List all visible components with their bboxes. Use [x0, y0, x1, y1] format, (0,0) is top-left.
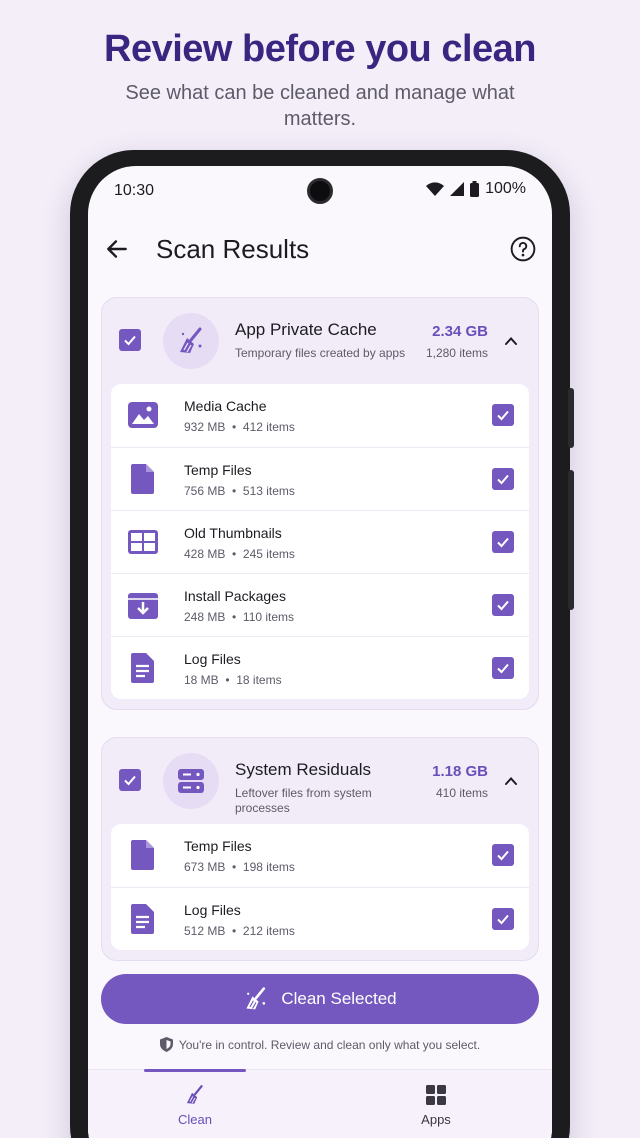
group-size: 2.34 GB — [432, 323, 488, 340]
item-meta: 512 MB • 212 items — [184, 924, 295, 938]
group-count: 1,280 items — [425, 346, 488, 360]
item-name: Media Cache — [184, 398, 267, 414]
nav-item-clean[interactable]: Clean — [135, 1084, 255, 1127]
control-note-text: You're in control. Review and clean only… — [178, 1037, 481, 1052]
group-count: 410 items — [435, 786, 488, 800]
battery-level: 100% — [485, 180, 526, 197]
broom-icon — [186, 1085, 203, 1104]
check-icon — [497, 850, 509, 861]
group-app-private-cache: App Private Cache Temporary files create… — [101, 297, 539, 710]
check-icon — [497, 663, 509, 674]
group-system-residuals: System Residuals Leftover files from sys… — [101, 737, 539, 961]
server-icon — [178, 769, 204, 793]
promo-subline: See what can be cleaned and manage what … — [125, 82, 515, 130]
item-name: Temp Files — [184, 838, 252, 854]
phone-screen: 10:30 100% Scan Results App Private Cach… — [88, 166, 552, 1138]
document-icon — [131, 653, 154, 683]
grid-icon — [128, 530, 158, 554]
apps-grid-icon — [426, 1085, 446, 1105]
item-meta: 932 MB • 412 items — [184, 420, 295, 434]
status-icons: 100% — [426, 180, 526, 198]
group-subtitle: Leftover files from system processes — [235, 786, 372, 815]
chevron-up-icon[interactable] — [502, 772, 520, 790]
wifi-icon — [426, 182, 445, 196]
check-icon — [124, 335, 136, 346]
control-note: You're in control. Review and clean only… — [88, 1037, 552, 1052]
item-name: Log Files — [184, 902, 241, 918]
chevron-up-icon[interactable] — [502, 332, 520, 350]
clean-selected-label: Clean Selected — [281, 989, 397, 1008]
package-icon — [128, 593, 158, 619]
nav-item-apps[interactable]: Apps — [376, 1084, 496, 1127]
bottom-panel: Clean Selected You're in control. Review… — [88, 961, 552, 1138]
group-icon-container — [163, 753, 219, 809]
item-checkbox[interactable] — [492, 404, 514, 426]
phone-side-button — [568, 388, 574, 448]
group-checkbox[interactable] — [119, 769, 141, 791]
group-title: App Private Cache — [235, 320, 377, 339]
item-name: Log Files — [184, 651, 241, 667]
item-name: Old Thumbnails — [184, 525, 282, 541]
item-checkbox[interactable] — [492, 531, 514, 553]
group-items: Temp Files 673 MB • 198 items Log Files … — [111, 824, 529, 950]
check-icon — [497, 537, 509, 548]
status-bar: 10:30 100% — [88, 166, 552, 216]
group-icon-container — [163, 313, 219, 369]
document-icon — [131, 904, 154, 934]
item-checkbox[interactable] — [492, 468, 514, 490]
item-meta: 248 MB • 110 items — [184, 610, 295, 624]
nav-label-apps: Apps — [421, 1112, 451, 1127]
broom-icon — [180, 327, 202, 353]
list-item[interactable]: Old Thumbnails 428 MB • 245 items — [111, 510, 529, 573]
shield-icon — [159, 1037, 173, 1052]
item-name: Install Packages — [184, 588, 286, 604]
list-item[interactable]: Temp Files 756 MB • 513 items — [111, 447, 529, 510]
app-bar: Scan Results — [88, 226, 552, 274]
group-items: Media Cache 932 MB • 412 items Temp File… — [111, 384, 529, 699]
broom-icon — [246, 987, 266, 1010]
check-icon — [497, 410, 509, 421]
check-icon — [497, 600, 509, 611]
signal-icon — [450, 182, 465, 196]
check-icon — [124, 775, 136, 786]
item-checkbox[interactable] — [492, 908, 514, 930]
item-checkbox[interactable] — [492, 844, 514, 866]
item-name: Temp Files — [184, 462, 252, 478]
nav-label-clean: Clean — [178, 1112, 212, 1127]
group-size: 1.18 GB — [432, 763, 488, 780]
promo-headline: Review before you clean — [104, 28, 537, 70]
group-header[interactable]: App Private Cache Temporary files create… — [102, 298, 538, 384]
list-item[interactable]: Temp Files 673 MB • 198 items — [111, 824, 529, 887]
page-title: Scan Results — [156, 234, 310, 264]
status-time: 10:30 — [114, 182, 155, 199]
list-item[interactable]: Log Files 18 MB • 18 items — [111, 636, 529, 699]
battery-icon — [470, 181, 480, 197]
image-icon — [128, 402, 158, 428]
item-meta: 673 MB • 198 items — [184, 860, 295, 874]
group-subtitle: Temporary files created by apps — [235, 346, 406, 360]
item-checkbox[interactable] — [492, 657, 514, 679]
clean-selected-button[interactable]: Clean Selected — [101, 974, 539, 1024]
file-icon — [131, 464, 154, 494]
back-arrow-icon[interactable] — [104, 236, 130, 262]
nav-active-indicator — [144, 1069, 246, 1072]
group-checkbox[interactable] — [119, 329, 141, 351]
check-icon — [497, 914, 509, 925]
item-meta: 756 MB • 513 items — [184, 484, 295, 498]
front-camera — [307, 178, 333, 204]
item-meta: 18 MB • 18 items — [184, 673, 282, 687]
list-item[interactable]: Log Files 512 MB • 212 items — [111, 887, 529, 950]
group-title: System Residuals — [235, 760, 372, 779]
check-icon — [497, 474, 509, 485]
phone-volume-button — [568, 470, 574, 610]
item-meta: 428 MB • 245 items — [184, 547, 295, 561]
group-header[interactable]: System Residuals Leftover files from sys… — [102, 738, 538, 824]
list-item[interactable]: Media Cache 932 MB • 412 items — [111, 384, 529, 447]
list-item[interactable]: Install Packages 248 MB • 110 items — [111, 573, 529, 636]
item-checkbox[interactable] — [492, 594, 514, 616]
bottom-nav: Clean Apps — [88, 1069, 552, 1138]
file-icon — [131, 840, 154, 870]
help-icon[interactable] — [510, 236, 536, 262]
